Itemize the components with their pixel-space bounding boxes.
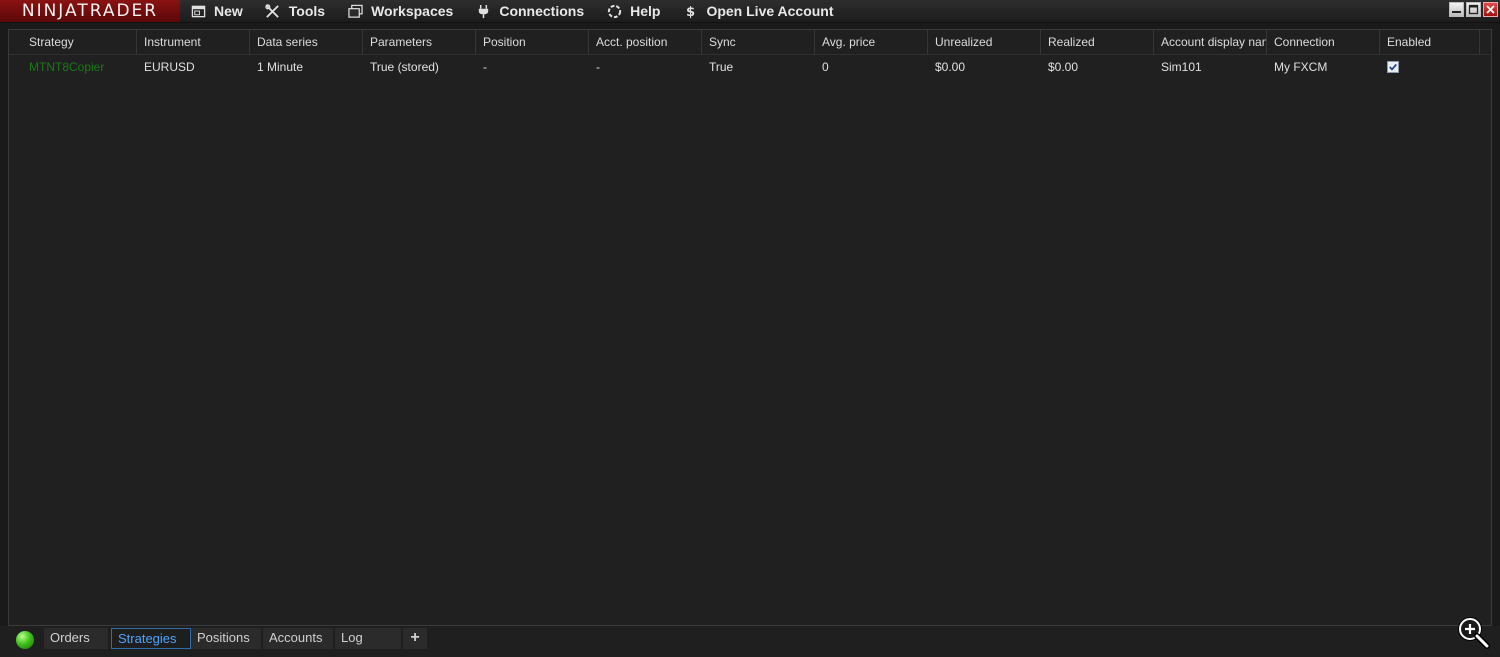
tab-positions[interactable]: Positions <box>191 628 261 649</box>
column-header-account-display-name[interactable]: Account display nam <box>1154 30 1267 54</box>
add-tab-button[interactable]: + <box>403 628 427 649</box>
menu-open-live-account-label: Open Live Account <box>706 3 834 19</box>
column-header-sync[interactable]: Sync <box>702 30 815 54</box>
tools-icon <box>265 3 281 19</box>
menu-help[interactable]: Help <box>606 0 660 22</box>
window-controls <box>1447 2 1498 17</box>
maximize-icon <box>1468 4 1479 15</box>
tab-strategies[interactable]: Strategies <box>111 628 191 649</box>
menu-tools[interactable]: Tools <box>265 0 325 22</box>
menu-workspaces-label: Workspaces <box>371 3 454 19</box>
main-menu: New Tools Workspaces Connections Help $ … <box>190 0 856 22</box>
column-header-instrument[interactable]: Instrument <box>137 30 250 54</box>
cell-connection: My FXCM <box>1274 60 1328 74</box>
tab-accounts[interactable]: Accounts <box>263 628 333 649</box>
column-header-realized[interactable]: Realized <box>1041 30 1154 54</box>
strategies-grid: Strategy Instrument Data series Paramete… <box>8 29 1492 626</box>
menu-tools-label: Tools <box>288 3 326 19</box>
cell-avg-price: 0 <box>822 60 829 74</box>
minimize-button[interactable] <box>1449 2 1464 17</box>
workspaces-icon <box>347 3 363 19</box>
cell-position: - <box>483 60 487 74</box>
column-header-enabled[interactable]: Enabled <box>1380 30 1480 54</box>
column-header-unrealized[interactable]: Unrealized <box>928 30 1041 54</box>
minimize-icon <box>1452 11 1461 13</box>
dollar-icon: $ <box>682 3 698 19</box>
menu-new-label: New <box>214 3 243 19</box>
new-window-icon <box>190 3 206 19</box>
zoom-in-icon[interactable] <box>1456 615 1490 649</box>
menu-connections[interactable]: Connections <box>475 0 584 22</box>
column-header-position[interactable]: Position <box>476 30 589 54</box>
column-header-connection[interactable]: Connection <box>1267 30 1380 54</box>
help-icon <box>606 3 622 19</box>
table-row[interactable]: MTNT8Copier EURUSD 1 Minute True (stored… <box>9 55 1491 79</box>
cell-realized: $0.00 <box>1048 60 1079 74</box>
menu-new[interactable]: New <box>190 0 243 22</box>
cell-data-series: 1 Minute <box>257 60 304 74</box>
cell-acct-position: - <box>596 60 600 74</box>
cell-sync: True <box>709 60 734 74</box>
cell-parameters: True (stored) <box>370 60 439 74</box>
cell-enabled <box>1380 55 1480 79</box>
cell-account-display-name: Sim101 <box>1161 60 1202 74</box>
menu-workspaces[interactable]: Workspaces <box>347 0 453 22</box>
checkmark-icon <box>1389 63 1397 71</box>
app-logo: NINJATRADER <box>0 0 180 22</box>
column-header-strategy[interactable]: Strategy <box>9 30 137 54</box>
maximize-button[interactable] <box>1466 2 1481 17</box>
cell-instrument: EURUSD <box>144 60 195 74</box>
column-header-avg-price[interactable]: Avg. price <box>815 30 928 54</box>
menu-connections-label: Connections <box>499 3 585 19</box>
column-header-parameters[interactable]: Parameters <box>363 30 476 54</box>
cell-strategy: MTNT8Copier <box>29 60 105 74</box>
connection-status-icon <box>16 631 34 649</box>
menu-help-label: Help <box>630 3 661 19</box>
close-icon <box>1486 5 1495 14</box>
close-button[interactable] <box>1483 2 1498 17</box>
tab-orders[interactable]: Orders <box>44 628 108 649</box>
menu-bar: NINJATRADER New Tools Workspaces Connect… <box>0 0 1500 23</box>
column-header-data-series[interactable]: Data series <box>250 30 363 54</box>
column-header-acct-position[interactable]: Acct. position <box>589 30 702 54</box>
plug-icon <box>475 3 491 19</box>
tab-log[interactable]: Log <box>335 628 401 649</box>
menu-open-live-account[interactable]: $ Open Live Account <box>682 0 834 22</box>
grid-header: Strategy Instrument Data series Paramete… <box>9 30 1491 55</box>
svg-text:$: $ <box>686 5 695 19</box>
enabled-checkbox[interactable] <box>1387 61 1399 73</box>
cell-unrealized: $0.00 <box>935 60 966 74</box>
